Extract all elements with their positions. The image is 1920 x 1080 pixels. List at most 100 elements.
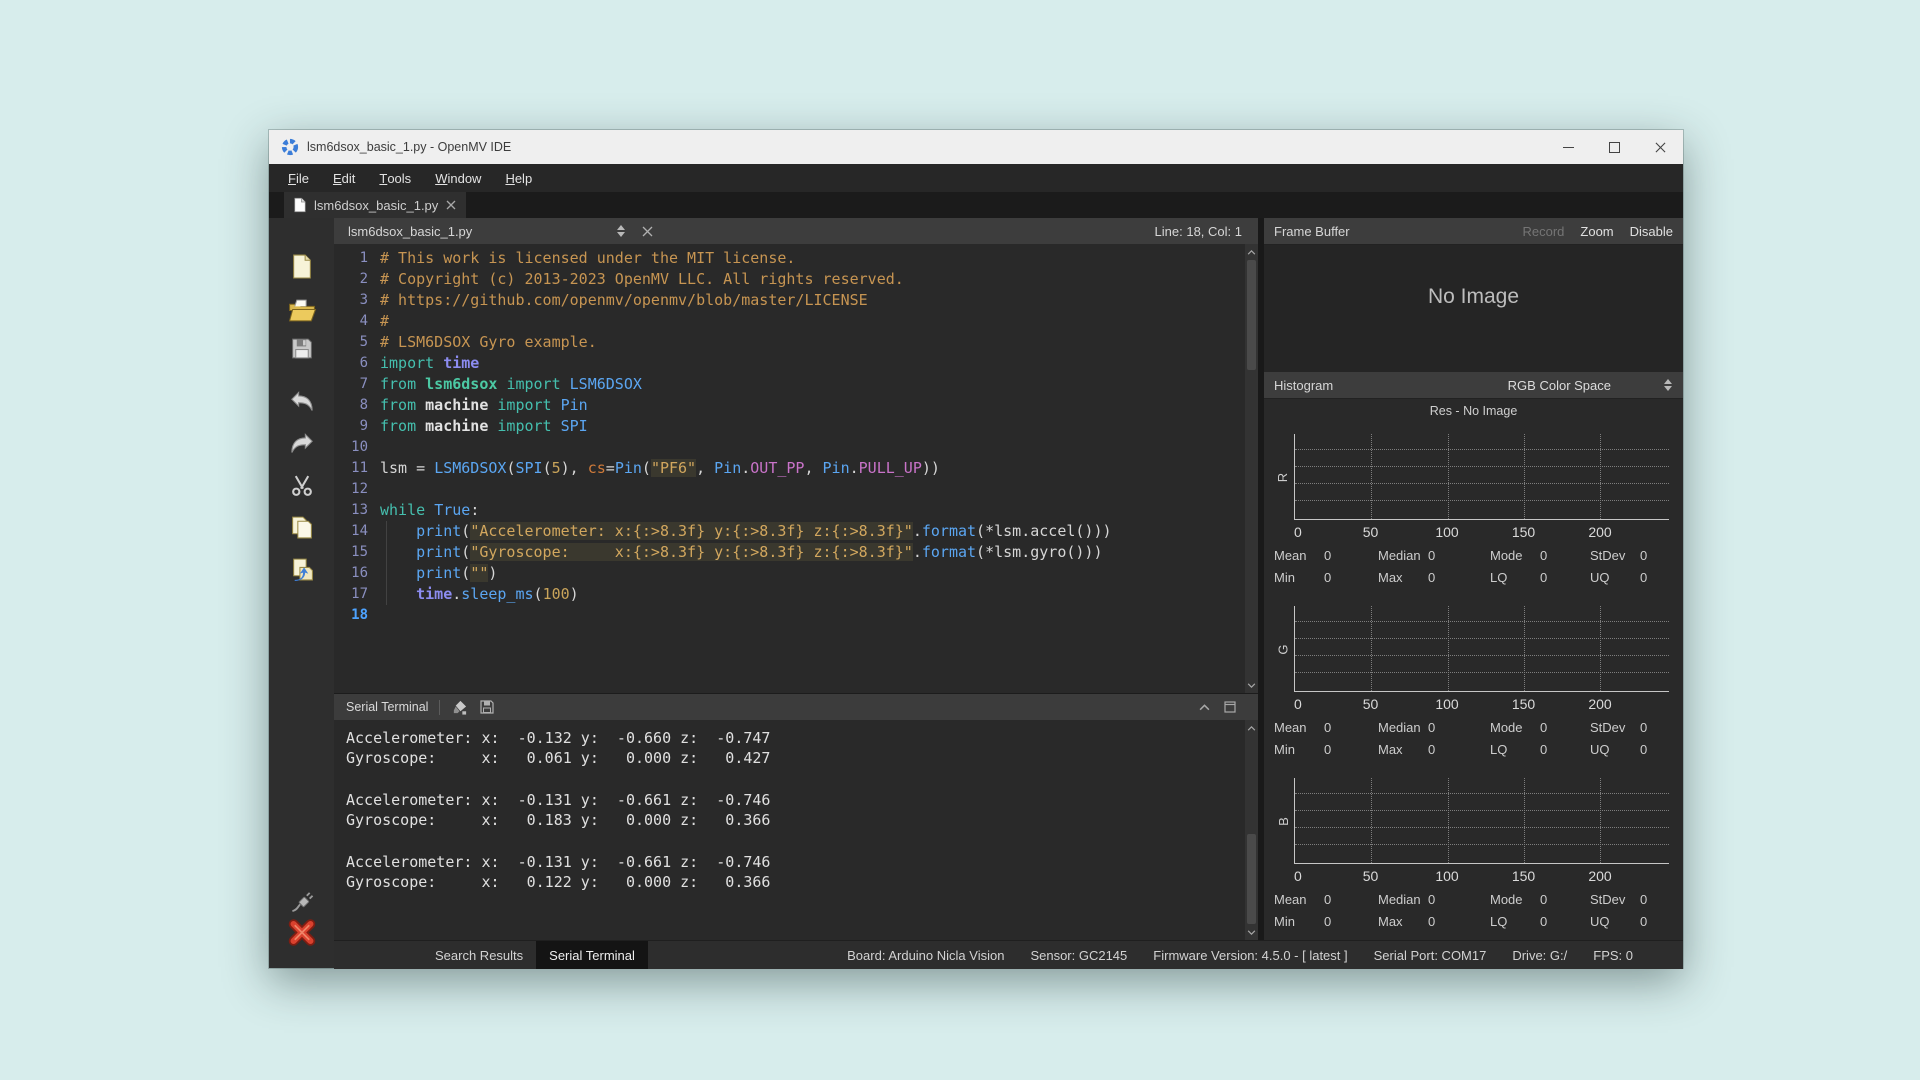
line-number: 14 — [351, 523, 368, 539]
histogram-channels: R 0 50 100 150 200 Mean 0 Median 0 Mode 0 StDev 0 Min 0… — [1264, 422, 1683, 950]
menu-edit[interactable]: Edit — [321, 164, 367, 192]
scroll-up-icon[interactable] — [1245, 721, 1258, 735]
scissors-icon — [291, 475, 312, 496]
token-type: format — [921, 522, 977, 540]
stat-label: Max — [1378, 569, 1403, 585]
token-kw: import — [380, 354, 435, 372]
cut-button[interactable] — [289, 473, 314, 498]
new-file-button[interactable] — [289, 253, 314, 280]
connect-button[interactable] — [290, 890, 313, 913]
window-title: lsm6dsox_basic_1.py - OpenMV IDE — [307, 140, 512, 154]
menu-help[interactable]: Help — [493, 164, 544, 192]
save-icon — [291, 338, 312, 359]
editor-scrollbar[interactable] — [1245, 244, 1258, 693]
frame-buffer-title: Frame Buffer — [1274, 223, 1350, 239]
copy-icon — [291, 516, 312, 539]
undo-button[interactable] — [288, 390, 315, 413]
maximize-panel-icon[interactable] — [1224, 701, 1236, 713]
stat-label: Max — [1378, 913, 1403, 929]
menu-file[interactable]: File — [276, 164, 321, 192]
tab-lsm6dsox-basic-1[interactable]: lsm6dsox_basic_1.py — [284, 192, 467, 218]
copy-button[interactable] — [289, 515, 314, 540]
code-text: # This work is licensed under the MIT li… — [380, 248, 795, 269]
clear-log-icon[interactable] — [451, 699, 468, 716]
histogram-channel-g: G 0 50 100 150 200 Mean 0 Median 0 Mode 0 StDev 0 Min 0… — [1272, 606, 1669, 778]
open-file-button[interactable] — [287, 298, 316, 323]
stat-stdev: StDev 0 — [1590, 548, 1669, 563]
split-close-button[interactable] — [642, 226, 653, 237]
save-log-icon[interactable] — [480, 700, 495, 714]
scroll-down-icon[interactable] — [1245, 925, 1258, 939]
terminal-scrollbar[interactable] — [1245, 720, 1258, 940]
histogram-plot — [1294, 778, 1669, 864]
token-plain: )) — [921, 459, 940, 477]
stop-script-button[interactable] — [287, 918, 316, 947]
stat-label: LQ — [1490, 569, 1508, 585]
paste-button[interactable] — [289, 557, 314, 582]
token-type: sleep_ms — [461, 585, 534, 603]
document-selector[interactable]: lsm6dsox_basic_1.py — [334, 224, 626, 239]
histogram-channel-r: R 0 50 100 150 200 Mean 0 Median 0 Mode 0 StDev 0 Min 0… — [1272, 434, 1669, 606]
status-tab-search-results[interactable]: Search Results — [422, 941, 536, 969]
cursor-position: Line: 18, Col: 1 — [1154, 223, 1242, 239]
status-tab-serial-terminal[interactable]: Serial Terminal — [536, 941, 648, 969]
x-tick: 150 — [1511, 524, 1536, 540]
token-type: print — [416, 543, 462, 561]
code-editor[interactable]: 1 # This work is licensed under the MIT l… — [334, 244, 1258, 693]
token-module: time — [416, 585, 453, 603]
channel-axis-label: G — [1272, 606, 1294, 692]
save-file-button[interactable] — [289, 336, 314, 361]
menu-window[interactable]: Window — [423, 164, 493, 192]
serial-terminal-output-area[interactable]: Accelerometer: x: -0.132 y: -0.660 z: -0… — [334, 720, 1258, 940]
line-number: 15 — [351, 544, 368, 560]
token-kw: from — [380, 375, 417, 393]
stat-value: 0 — [1428, 741, 1436, 757]
frame-buffer-header: Frame Buffer Record Zoom Disable — [1264, 218, 1683, 245]
color-space-spinner[interactable] — [1663, 378, 1673, 392]
stat-label: Mean — [1274, 719, 1307, 735]
menu-tools[interactable]: Tools — [367, 164, 423, 192]
gridline-horizontal — [1295, 466, 1669, 468]
maximize-button[interactable] — [1591, 130, 1637, 164]
histogram-plot — [1294, 434, 1669, 520]
channel-plot-row: G — [1272, 606, 1669, 692]
stat-label: StDev — [1590, 891, 1626, 907]
separator — [439, 699, 441, 715]
zoom-button[interactable]: Zoom — [1580, 224, 1613, 239]
indent-guide — [386, 521, 387, 605]
stat-value: 0 — [1640, 547, 1648, 563]
no-image-placeholder: No Image — [1427, 285, 1520, 308]
token-str: "Accelerometer: x:{:>8.3f} y:{:>8.3f} z:… — [470, 522, 913, 540]
close-button[interactable] — [1637, 130, 1683, 164]
left-toolbar — [269, 218, 334, 968]
stat-label: UQ — [1590, 913, 1610, 929]
disable-button[interactable]: Disable — [1630, 224, 1673, 239]
histogram-channel-b: B 0 50 100 150 200 Mean 0 Median 0 Mode 0 StDev 0 Min 0… — [1272, 778, 1669, 950]
token-comment: # Copyright (c) 2013-2023 OpenMV LLC. Al… — [380, 270, 904, 288]
scroll-up-icon[interactable] — [1245, 245, 1258, 259]
collapse-panel-icon[interactable] — [1199, 703, 1210, 711]
scrollbar-thumb[interactable] — [1247, 834, 1256, 924]
record-button[interactable]: Record — [1522, 224, 1564, 239]
drive-status: Drive: G:/ — [1512, 947, 1568, 963]
scrollbar-thumb[interactable] — [1247, 260, 1256, 370]
code-text: print("Accelerometer: x:{:>8.3f} y:{:>8.… — [380, 521, 1112, 542]
scroll-down-icon[interactable] — [1245, 678, 1258, 692]
stat-uq: UQ 0 — [1590, 742, 1669, 757]
redo-button[interactable] — [288, 432, 315, 455]
code-text: import time — [380, 353, 479, 374]
tab-close-icon[interactable] — [446, 200, 456, 210]
token-plain: ), — [560, 459, 588, 477]
color-space-select[interactable]: RGB Color Space — [1508, 378, 1611, 393]
stats-row: Mean 0 Median 0 Mode 0 StDev 0 — [1274, 716, 1669, 738]
token-type: print — [416, 564, 462, 582]
minimize-button[interactable] — [1545, 130, 1591, 164]
editor-tab-bar: lsm6dsox_basic_1.py — [269, 192, 1683, 218]
code-line: 8 from machine import Pin — [334, 395, 1258, 416]
stat-value: 0 — [1428, 891, 1436, 907]
sensor-status: Sensor: GC2145 — [1030, 947, 1128, 963]
title-bar[interactable]: lsm6dsox_basic_1.py - OpenMV IDE — [269, 130, 1683, 164]
token-type: LSM6DSOX — [569, 375, 642, 393]
